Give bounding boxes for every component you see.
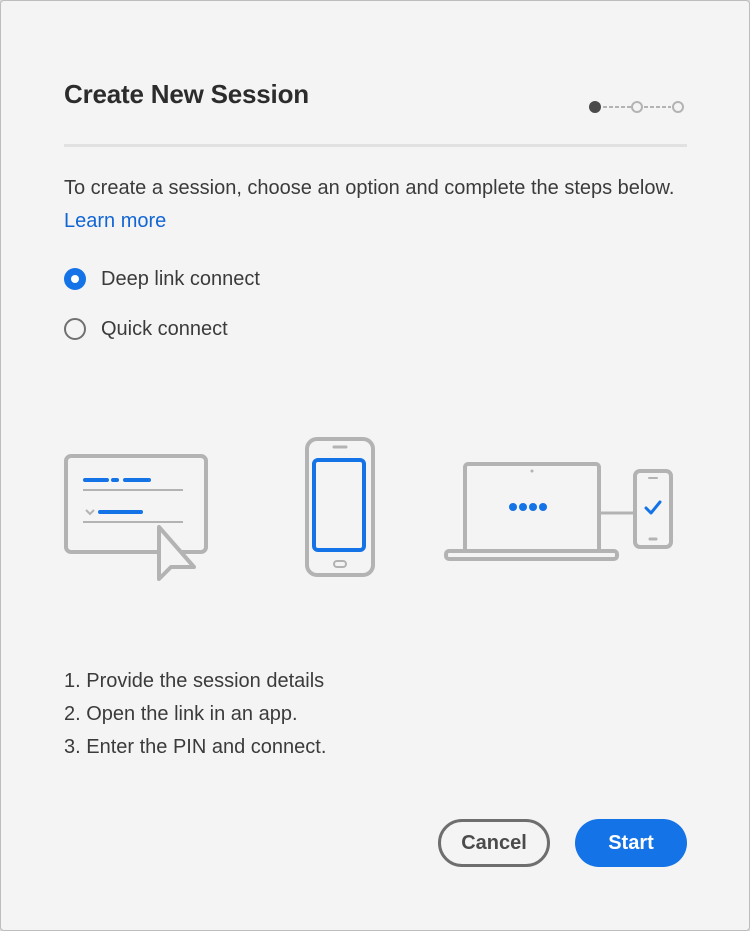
step-3-text: 3. Enter the PIN and connect. <box>64 736 327 758</box>
learn-more-link[interactable]: Learn more <box>64 210 166 233</box>
step-3-dot <box>672 101 684 113</box>
radio-unselected-icon[interactable] <box>64 318 86 340</box>
smartphone-icon <box>305 437 375 577</box>
dialog-title: Create New Session <box>64 79 309 109</box>
form-cursor-icon <box>64 454 208 581</box>
step-indicator <box>589 101 684 113</box>
option-deep-link-connect[interactable]: Deep link connect <box>64 266 260 292</box>
cancel-button[interactable]: Cancel <box>438 819 550 867</box>
header-divider <box>64 144 687 147</box>
option-label: Deep link connect <box>101 267 260 290</box>
radio-selected-icon[interactable] <box>64 268 86 290</box>
instructions-text: To create a session, choose an option an… <box>64 177 675 199</box>
step-1-dot-active <box>589 101 601 113</box>
start-button[interactable]: Start <box>575 819 687 867</box>
step-2-text: 2. Open the link in an app. <box>64 703 298 725</box>
step-1-text: 1. Provide the session details <box>64 670 325 692</box>
create-session-dialog: Create New Session To create a session, … <box>0 0 750 931</box>
laptop-pin-phone-check-icon <box>444 462 673 561</box>
option-quick-connect[interactable]: Quick connect <box>64 316 228 342</box>
option-label: Quick connect <box>101 317 228 340</box>
step-2-dot <box>631 101 643 113</box>
